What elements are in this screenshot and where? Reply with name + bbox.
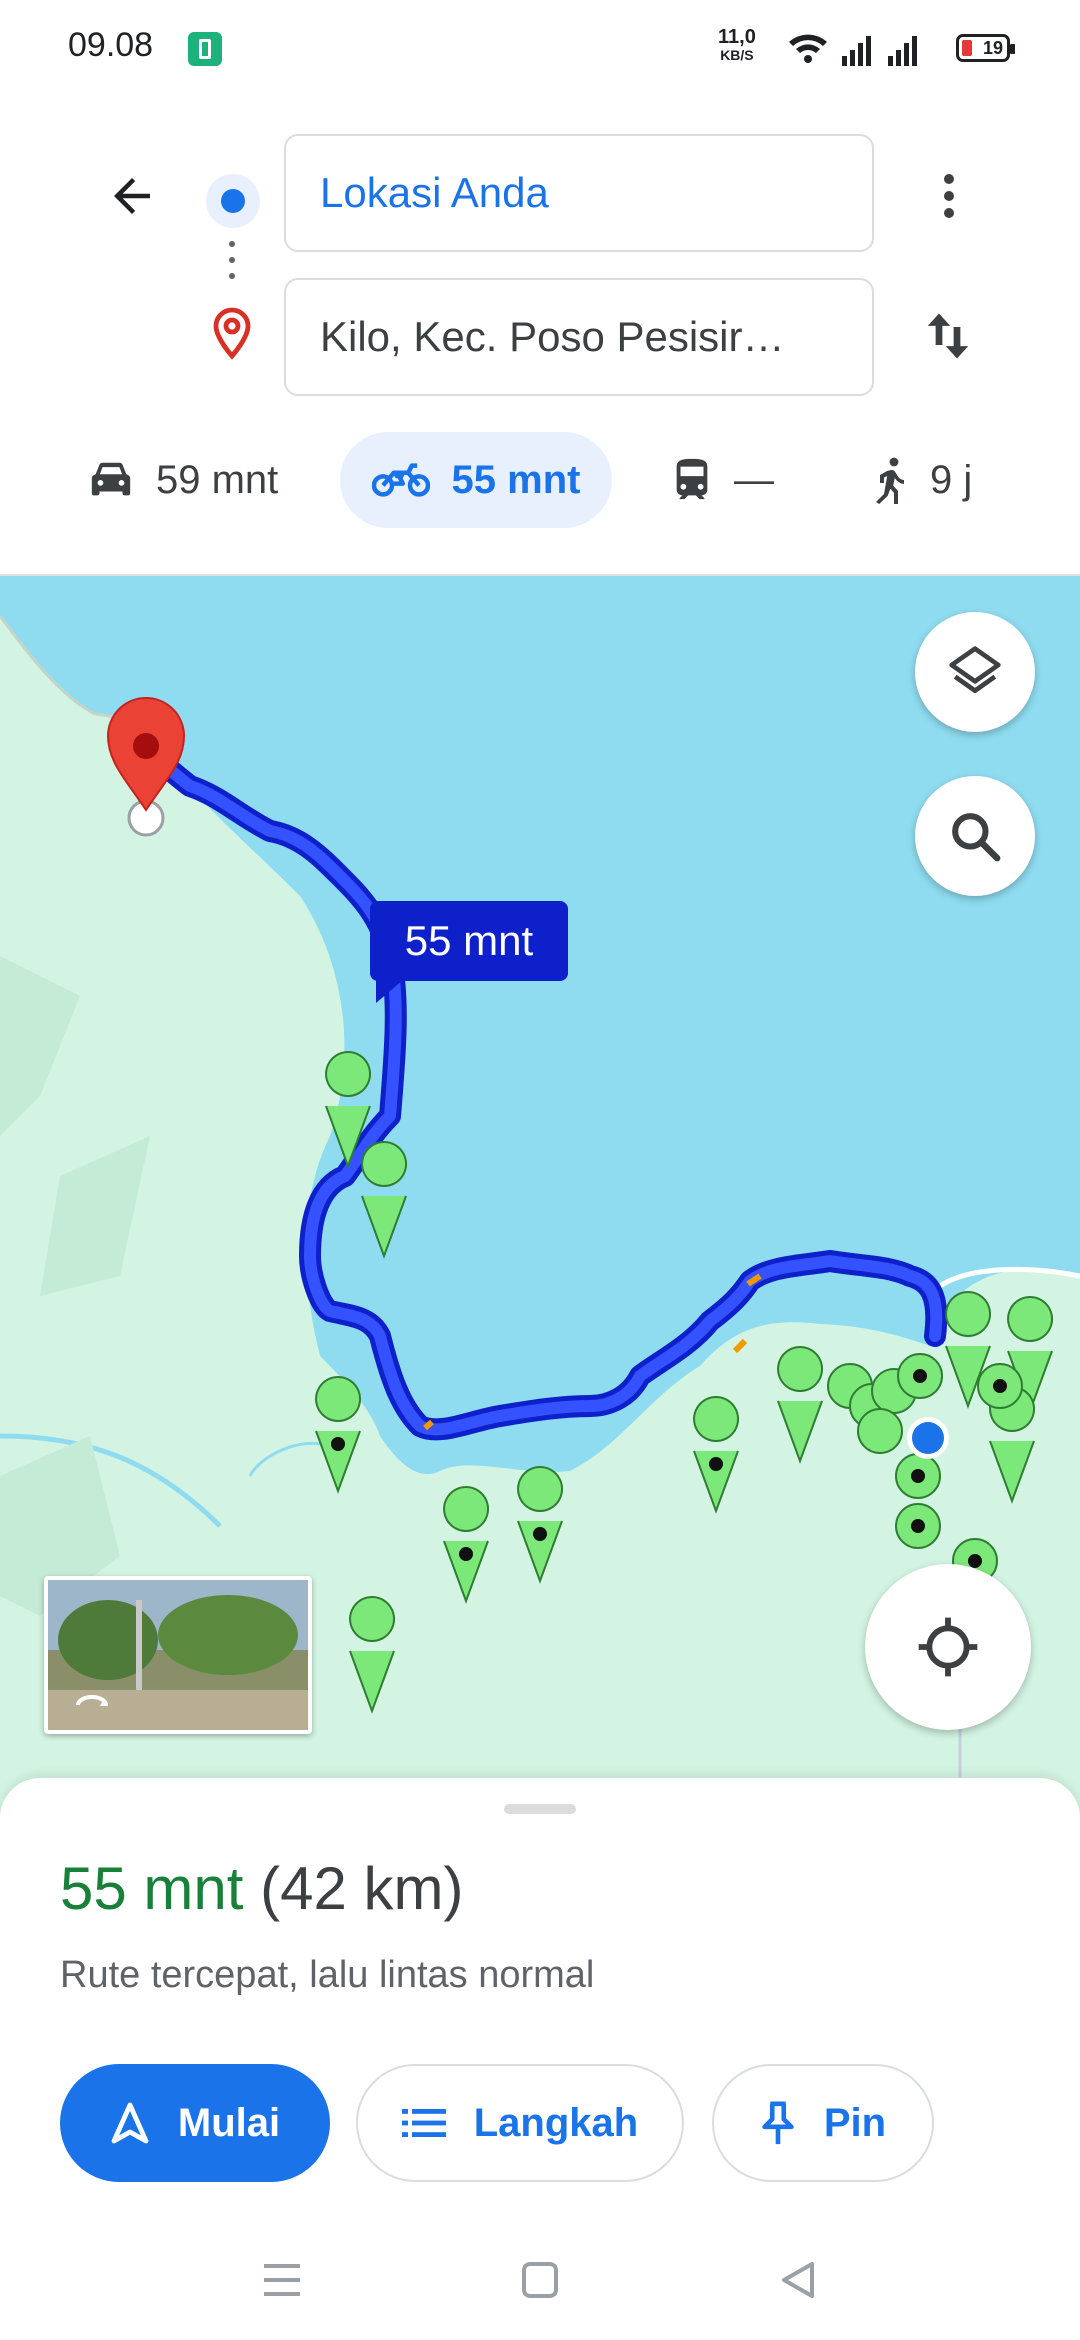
motorcycle-icon bbox=[371, 463, 430, 497]
start-navigation-button[interactable]: Mulai bbox=[60, 2064, 330, 2182]
drag-handle[interactable] bbox=[504, 1804, 576, 1814]
street-view-image bbox=[48, 1580, 308, 1730]
crosshair-icon bbox=[918, 1617, 978, 1677]
more-options-button[interactable] bbox=[920, 160, 978, 232]
status-bar: 09.08 11,0 KB/S 19 bbox=[0, 0, 1080, 96]
layers-button[interactable] bbox=[915, 612, 1035, 732]
place-marker bbox=[315, 1376, 362, 1494]
mode-car[interactable]: 59 mnt bbox=[88, 432, 278, 528]
menu-icon bbox=[264, 2264, 300, 2296]
network-speed-value: 11,0 bbox=[718, 26, 756, 48]
place-marker bbox=[443, 1486, 490, 1604]
list-icon bbox=[401, 2109, 446, 2137]
map-search-button[interactable] bbox=[915, 776, 1035, 896]
mode-motorcycle-label: 55 mnt bbox=[451, 457, 581, 502]
my-location-button[interactable] bbox=[865, 1564, 1031, 1730]
directions-header: Lokasi Anda Kilo, Kec. Poso Pesisir… 59 … bbox=[0, 96, 1080, 576]
place-marker bbox=[517, 1466, 564, 1584]
origin-dot-icon bbox=[206, 174, 260, 228]
walk-icon bbox=[876, 457, 904, 504]
battery-icon: 19 bbox=[956, 34, 1015, 62]
pin-label: Pin bbox=[823, 2100, 887, 2145]
route-duration: 55 mnt bbox=[60, 1855, 244, 1922]
steps-button[interactable]: Langkah bbox=[356, 2064, 684, 2182]
battery-level: 19 bbox=[982, 38, 1003, 58]
status-time: 09.08 bbox=[68, 26, 154, 64]
pushpin-icon bbox=[762, 2101, 794, 2145]
network-speed: 11,0 KB/S bbox=[718, 26, 756, 64]
mode-transit[interactable]: — bbox=[672, 432, 774, 528]
mode-walk[interactable]: 9 j bbox=[872, 432, 972, 528]
terrain-shade bbox=[0, 956, 80, 1136]
mode-walk-label: 9 j bbox=[930, 457, 973, 502]
terrain-shade bbox=[40, 1136, 150, 1296]
place-marker bbox=[349, 1596, 396, 1714]
arrow-back-icon bbox=[114, 178, 150, 214]
route-connector-dots bbox=[228, 241, 236, 293]
street-view-thumbnail[interactable] bbox=[44, 1576, 312, 1734]
cell-signal-icon bbox=[842, 36, 871, 66]
map-view[interactable]: 55 mnt bbox=[0, 576, 1080, 1846]
mode-motorcycle[interactable]: 55 mnt bbox=[340, 432, 612, 528]
route-summary: 55 mnt (42 km) bbox=[60, 1854, 463, 1923]
destination-field[interactable]: Kilo, Kec. Poso Pesisir… bbox=[284, 278, 874, 396]
network-speed-unit: KB/S bbox=[720, 47, 754, 63]
signal-icons bbox=[789, 34, 917, 66]
place-marker bbox=[693, 1396, 740, 1514]
navigation-arrow-icon bbox=[111, 2102, 149, 2144]
steps-label: Langkah bbox=[473, 2100, 639, 2145]
travel-modes: 59 mnt 55 mnt — 9 j bbox=[0, 432, 1080, 532]
recent-apps-button[interactable] bbox=[252, 2250, 312, 2310]
place-marker bbox=[777, 1346, 824, 1464]
river bbox=[248, 1441, 331, 1477]
search-icon bbox=[952, 813, 1001, 862]
battery-saver-icon bbox=[188, 32, 222, 66]
home-button[interactable] bbox=[510, 2250, 570, 2310]
cell-signal-icon-2 bbox=[888, 36, 917, 66]
destination-marker bbox=[106, 697, 186, 837]
route-distance: (42 km) bbox=[260, 1855, 464, 1922]
marker-cluster bbox=[827, 1353, 1023, 1584]
transit-icon bbox=[676, 458, 708, 500]
origin-field[interactable]: Lokasi Anda bbox=[284, 134, 874, 252]
triangle-back-icon bbox=[782, 2262, 814, 2298]
mode-transit-label: — bbox=[734, 457, 774, 502]
pin-button[interactable]: Pin bbox=[712, 2064, 934, 2182]
traffic-segment bbox=[732, 1338, 748, 1354]
system-nav-bar bbox=[0, 2220, 1080, 2340]
swap-locations-button[interactable] bbox=[912, 296, 984, 376]
mode-car-label: 59 mnt bbox=[156, 457, 279, 502]
more-vert-icon bbox=[944, 174, 954, 218]
car-icon bbox=[91, 462, 131, 496]
swap-vert-icon bbox=[927, 313, 969, 359]
square-icon bbox=[522, 2262, 558, 2298]
destination-pin-icon bbox=[213, 307, 251, 360]
route-duration-label[interactable]: 55 mnt bbox=[370, 901, 568, 1003]
back-button[interactable] bbox=[96, 160, 168, 232]
system-back-button[interactable] bbox=[768, 2250, 828, 2310]
wifi-icon bbox=[789, 34, 827, 63]
layers-icon bbox=[949, 646, 1001, 693]
route-description: Rute tercepat, lalu lintas normal bbox=[60, 1954, 595, 1996]
start-label: Mulai bbox=[177, 2100, 281, 2145]
